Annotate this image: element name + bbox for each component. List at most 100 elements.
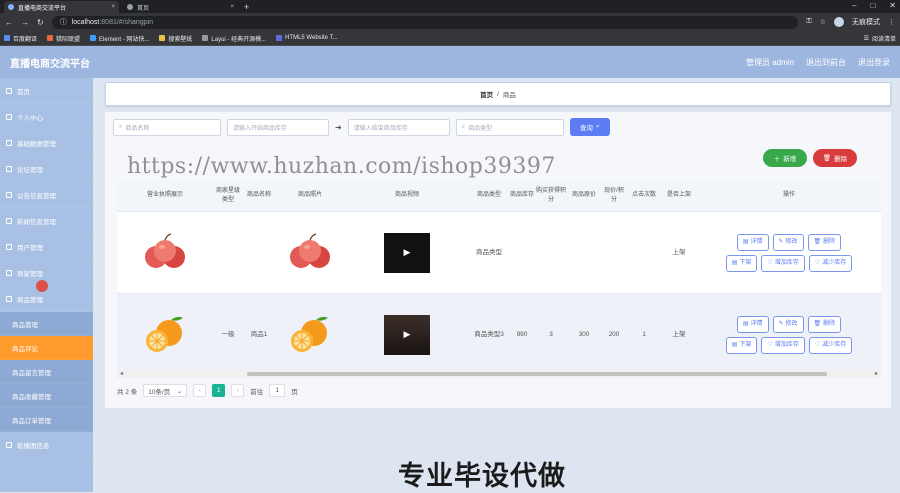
detail-button[interactable]: ▤ 详情 xyxy=(736,315,769,333)
page-size-select[interactable]: 10条/页 ⌄ xyxy=(143,384,188,397)
license-image-cell xyxy=(117,294,213,375)
globe-favicon-icon xyxy=(127,4,133,10)
reduce-stock-button[interactable]: ♡ 减少库存 xyxy=(808,254,853,272)
close-window-icon[interactable]: ✕ xyxy=(889,0,896,12)
bookmark-item[interactable]: 猎际联盟 xyxy=(47,34,80,43)
prev-page-button[interactable]: ‹ xyxy=(193,384,207,397)
app-title: 直播电商交流平台 xyxy=(10,58,90,70)
breadcrumb-home[interactable]: 首页 xyxy=(480,89,493,99)
sidebar-item[interactable]: 商品留言管理 xyxy=(0,360,93,384)
range-arrow-icon: ➜ xyxy=(335,122,342,132)
product-type-cell: 商品类型 xyxy=(476,249,502,256)
close-tab-icon[interactable]: × xyxy=(230,4,234,10)
mouse-cursor-highlight xyxy=(36,280,48,292)
placeholder: 请输入开始商品库存 xyxy=(233,125,288,132)
product-name-input[interactable]: ⌕ 商品名称 xyxy=(113,118,221,136)
license-image-cell xyxy=(117,212,213,293)
sidebar-item[interactable]: 商品订单管理 xyxy=(0,408,93,432)
search-form: ⌕ 商品名称 请输入开始商品库存 ➜ 请输入结束商品库存 ⌕ 商品类型 查询 ⌕ xyxy=(113,118,610,136)
sidebar-item[interactable]: 论坛管理 xyxy=(0,156,93,182)
back-icon[interactable]: ← xyxy=(5,18,13,27)
add-stock-button[interactable]: ♡ 增加库存 xyxy=(761,254,805,272)
menu-dots-icon[interactable]: ⋮ xyxy=(888,18,895,26)
page-size-value: 10条/页 xyxy=(148,388,171,396)
app-header: 直播电商交流平台 管理员 admin 退出到前台 退出登录 xyxy=(0,46,900,78)
menu-icon xyxy=(6,191,12,198)
batch-delete-button[interactable]: 🗑 删除 xyxy=(813,149,857,167)
sidebar-item[interactable]: 轮播图信息 xyxy=(0,432,93,458)
sidebar-item[interactable]: 新闻信息管理 xyxy=(0,208,93,234)
sidebar-item[interactable]: 商品评论 xyxy=(0,336,93,360)
goto-page-input[interactable]: 1 xyxy=(269,384,286,397)
scroll-right-icon[interactable]: ▸ xyxy=(875,370,878,377)
new-tab-button[interactable]: + xyxy=(244,1,249,13)
sidebar-item[interactable]: 首页 xyxy=(0,78,93,104)
stock-end-input[interactable]: 请输入结束商品库存 xyxy=(347,118,450,136)
edit-icon: ✎ xyxy=(778,320,784,327)
click-count-cell: 1 xyxy=(642,331,646,338)
bookmark-item[interactable]: 搜索壁纸 xyxy=(159,34,192,43)
product-type-input[interactable]: ⌕ 商品类型 xyxy=(455,118,564,136)
main-content: 首页 / 商品 ⌕ 商品名称 请输入开始商品库存 ➜ 请输入结束商品库存 ⌕ 商品类… xyxy=(93,78,900,492)
play-icon: ▶ xyxy=(403,329,411,339)
exit-to-frontend-link[interactable]: 退出到前台 xyxy=(806,57,846,68)
bookmark-item[interactable]: Layui - 经典开源模... xyxy=(202,34,266,43)
url-field[interactable]: ⓘ localhost:8081/#/shangpin xyxy=(51,15,799,29)
offshelf-button[interactable]: ▤ 下架 xyxy=(725,254,758,272)
breadcrumb-current: 商品 xyxy=(502,92,516,99)
column-header: 操作 xyxy=(782,192,795,198)
minimize-icon[interactable]: – xyxy=(852,0,856,12)
sidebar-item[interactable]: 商品收藏管理 xyxy=(0,384,93,408)
forward-icon[interactable]: → xyxy=(21,18,29,27)
add-button[interactable]: ＋新增 xyxy=(763,149,807,167)
bookmark-item[interactable]: Element - 网站快... xyxy=(90,34,149,43)
operations-cell: ▤ 详情 ✎ 修改 🗑 删除 ▤ 下架 ♡ 增加库存 ♡ 减少库存 xyxy=(697,294,881,375)
points-cell: 3 xyxy=(549,331,553,338)
product-video-cell: ▶ xyxy=(345,212,469,293)
sidebar-item[interactable]: 基础数据管理 xyxy=(0,130,93,156)
logout-link[interactable]: 退出登录 xyxy=(858,57,890,68)
horizontal-scrollbar[interactable]: ◂ ▸ xyxy=(117,370,881,378)
reload-icon[interactable]: ↻ xyxy=(37,18,44,27)
video-thumbnail[interactable]: ▶ xyxy=(384,232,430,273)
maximize-icon[interactable]: □ xyxy=(870,0,875,12)
delete-button[interactable]: 🗑 删除 xyxy=(807,233,842,251)
incognito-avatar-icon[interactable] xyxy=(834,17,844,27)
key-icon[interactable]: ⚿ xyxy=(806,18,811,26)
sidebar-item[interactable]: 用户管理 xyxy=(0,234,93,260)
offshelf-button[interactable]: ▤ 下架 xyxy=(725,336,758,354)
search-label: 查询 xyxy=(579,125,593,132)
scrollbar-thumb[interactable] xyxy=(247,372,827,376)
stock-start-input[interactable]: 请输入开始商品库存 xyxy=(227,118,329,136)
detail-icon: ▤ xyxy=(742,238,749,245)
reduce-stock-button[interactable]: ♡ 减少库存 xyxy=(808,336,853,354)
column-header: 是否上架 xyxy=(666,192,691,198)
detail-button[interactable]: ▤ 详情 xyxy=(736,233,769,251)
close-tab-icon[interactable]: × xyxy=(111,4,115,10)
edit-button[interactable]: ✎ 修改 xyxy=(772,233,804,251)
browser-tab-active[interactable]: 直播电商交流平台 × xyxy=(4,1,119,13)
delete-button[interactable]: 🗑 删除 xyxy=(807,315,842,333)
sidebar-item[interactable]: 公告信息管理 xyxy=(0,182,93,208)
search-button[interactable]: 查询 ⌕ xyxy=(569,118,610,136)
star-icon[interactable]: ☆ xyxy=(820,18,826,26)
stock-cell xyxy=(509,212,535,293)
video-thumbnail[interactable]: ▶ xyxy=(384,314,430,355)
breadcrumb: 首页 / 商品 xyxy=(105,82,891,106)
reading-list[interactable]: ☰ 阅读清单 xyxy=(864,34,896,43)
next-page-button[interactable]: › xyxy=(231,384,245,397)
sidebar-item-label: 商品管理 xyxy=(17,296,43,304)
add-stock-button[interactable]: ♡ 增加库存 xyxy=(761,336,805,354)
bookmark-item[interactable]: HTML5 Website T... xyxy=(276,35,338,41)
bookmark-item[interactable]: 百度翻译 xyxy=(4,34,37,43)
bookmark-icon xyxy=(202,35,209,41)
vue-favicon-icon xyxy=(8,4,14,10)
browser-tab[interactable]: 首页 × xyxy=(123,1,238,13)
sidebar-item-label: 轮播图信息 xyxy=(17,442,50,450)
sidebar-item[interactable]: 商品管理 xyxy=(0,312,93,336)
scroll-left-icon[interactable]: ◂ xyxy=(120,370,123,377)
points-cell xyxy=(535,212,567,293)
page-number-current[interactable]: 1 xyxy=(212,384,226,397)
sidebar-item[interactable]: 个人中心 xyxy=(0,104,93,130)
edit-button[interactable]: ✎ 修改 xyxy=(772,315,804,333)
